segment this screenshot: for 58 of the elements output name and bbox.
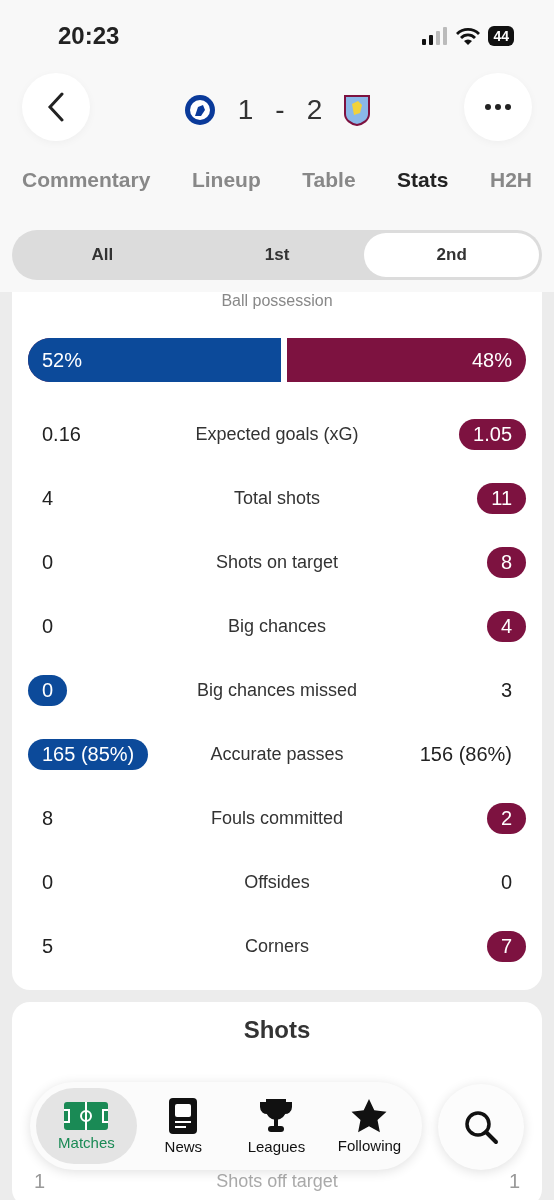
home-score: 1	[237, 94, 254, 126]
section-title: Shots	[242, 1016, 312, 1044]
period-option[interactable]: All	[15, 233, 190, 277]
nav-item[interactable]: News	[136, 1088, 230, 1164]
stat-label: Expected goals (xG)	[195, 423, 359, 445]
more-icon	[484, 103, 512, 111]
away-value: 156 (86%)	[418, 741, 513, 767]
away-value: 11	[477, 482, 526, 514]
away-value: 8	[486, 546, 526, 578]
trophy-icon	[259, 1097, 294, 1134]
away-value: 1	[508, 1170, 520, 1193]
tab[interactable]: Stats	[397, 164, 449, 196]
away-value: 7	[486, 930, 526, 962]
news-icon	[169, 1097, 198, 1134]
away-value: 2	[486, 802, 526, 834]
nav-item[interactable]: Leagues	[229, 1088, 323, 1164]
shield-icon	[344, 94, 371, 126]
home-value: 4	[41, 485, 55, 511]
stat-label: Offsides	[244, 871, 310, 893]
period-option[interactable]: 2nd	[364, 233, 539, 277]
home-value: 165 (85%)	[28, 738, 149, 770]
pitch-icon	[64, 1101, 109, 1130]
away-value: 1.05	[459, 418, 526, 450]
home-value: 8	[41, 805, 55, 831]
home-value: 5	[41, 933, 55, 959]
home-value: 0	[41, 869, 55, 895]
status-time: 20:23	[58, 22, 121, 50]
home-value: 0	[41, 613, 55, 639]
stat-label: Fouls committed	[211, 807, 344, 829]
nav-item[interactable]: Following	[322, 1088, 416, 1164]
stat-label: Total shots	[234, 487, 321, 509]
stat-label: Big chances missed	[196, 679, 358, 701]
period-option[interactable]: 1st	[189, 233, 365, 277]
home-value: 0.16	[41, 421, 82, 447]
away-value: 4	[486, 610, 526, 642]
away-value: 3	[499, 677, 513, 703]
home-value: 0	[28, 674, 68, 706]
home-value: 52%	[42, 348, 83, 372]
score-separator: -	[275, 94, 285, 126]
stat-label: Shots off target	[215, 1171, 339, 1192]
stat-label: Accurate passes	[210, 743, 344, 765]
wifi-icon	[456, 27, 481, 45]
crest-icon	[183, 94, 216, 126]
nav-item[interactable]: Matches	[36, 1088, 137, 1164]
stat-label: Ball possession	[220, 292, 334, 310]
chevron-left-icon	[47, 92, 65, 122]
stat-label: Corners	[245, 935, 309, 957]
battery-level: 44	[488, 26, 514, 46]
stat-label: Shots on target	[215, 551, 339, 573]
away-value: 0	[499, 869, 513, 895]
search-icon	[463, 1109, 499, 1145]
home-value: 0	[41, 549, 55, 575]
away-value: 48%	[471, 348, 512, 372]
away-score: 2	[306, 94, 323, 126]
stat-label: Big chances	[227, 615, 327, 637]
signal-icon	[422, 27, 449, 45]
home-value: 1	[34, 1170, 46, 1193]
star-icon	[351, 1098, 388, 1133]
